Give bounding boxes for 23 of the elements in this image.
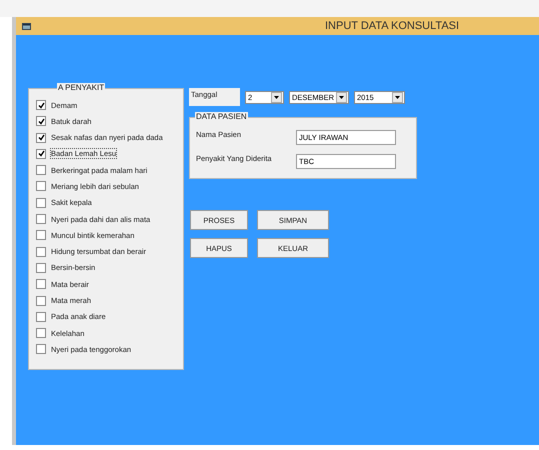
checkbox[interactable] [36,312,46,322]
checkbox[interactable] [36,296,46,306]
checkbox[interactable] [36,132,46,143]
checkbox[interactable] [36,198,46,208]
checkbox[interactable] [36,262,46,273]
checkbox[interactable] [36,116,46,126]
dropdown-arrow-icon [395,96,400,99]
checkbox[interactable] [36,165,46,176]
window-icon [22,22,31,30]
checkbox[interactable] [36,100,46,110]
checkbox[interactable] [36,328,46,338]
checkbox[interactable] [36,246,46,257]
checkbox[interactable] [36,148,46,159]
checkbox[interactable] [36,181,46,192]
dropdown-arrow-icon [339,96,344,99]
checkbox[interactable] [36,230,46,240]
checkbox[interactable] [36,344,46,354]
group-title: DATA PASIEN [195,112,248,122]
dropdown-arrow-icon [274,96,279,99]
checkbox[interactable] [36,279,46,290]
checkbox[interactable] [36,214,46,224]
window-title: INPUT DATA KONSULTASI [325,20,460,32]
group-title: A PENYAKIT [57,83,106,93]
